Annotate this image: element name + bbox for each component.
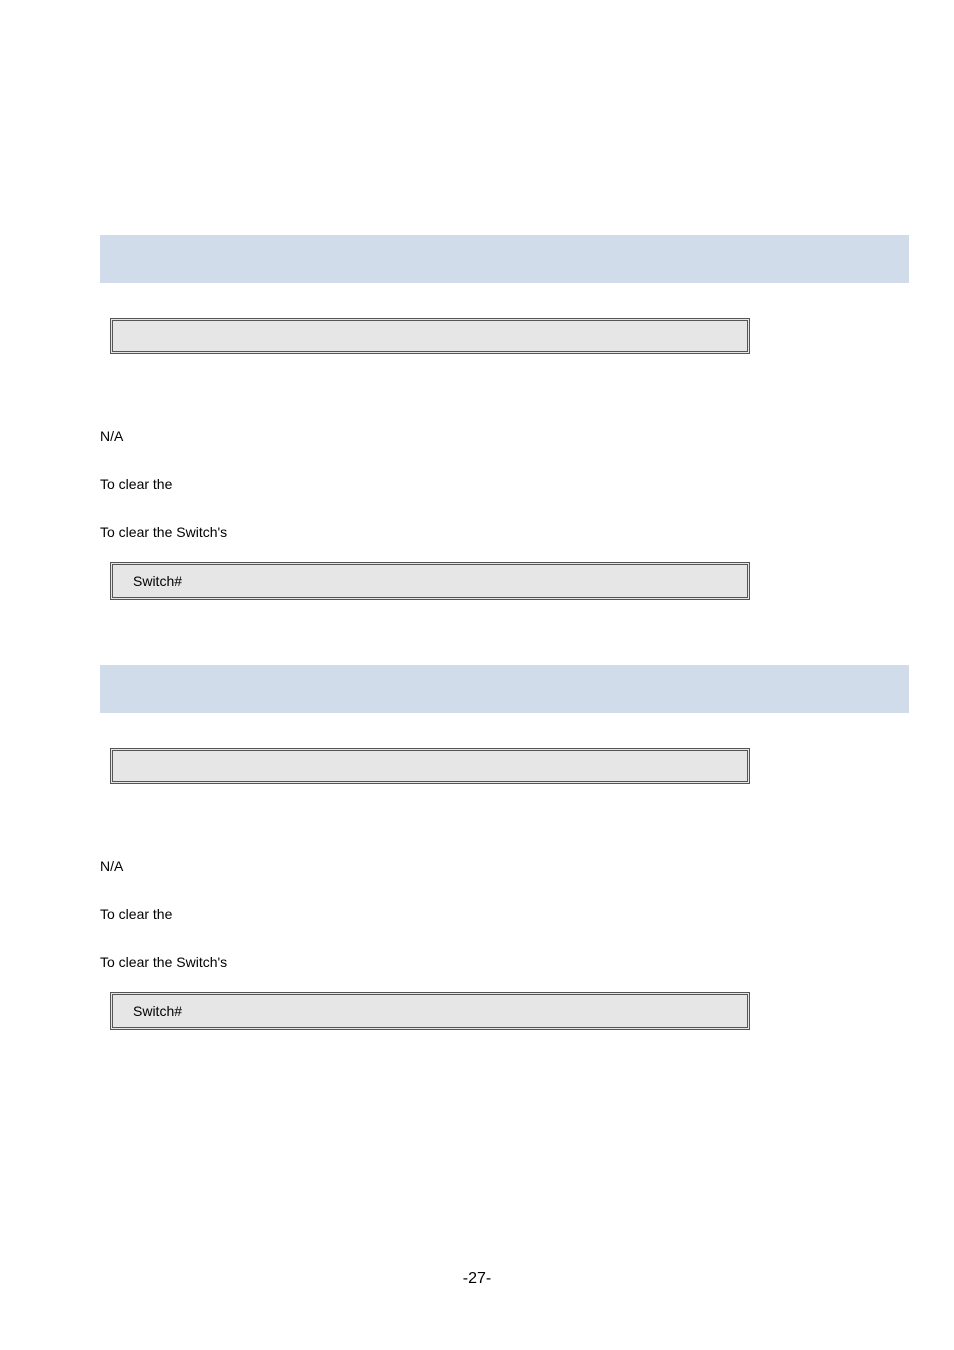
syntax-code-box-1 [110, 318, 750, 354]
section-header-2 [100, 665, 909, 713]
example-code-box-2: Switch# [110, 992, 750, 1030]
usage-text-1: To clear the Switch's [100, 524, 909, 540]
parameters-text-2: N/A [100, 858, 909, 874]
usage-text-2: To clear the Switch's [100, 954, 909, 970]
default-text-1: To clear the [100, 476, 909, 492]
default-text-2: To clear the [100, 906, 909, 922]
parameters-text-1: N/A [100, 428, 909, 444]
example-code-box-1: Switch# [110, 562, 750, 600]
page-number: -27- [0, 1270, 954, 1288]
syntax-code-box-2 [110, 748, 750, 784]
section-header-1 [100, 235, 909, 283]
